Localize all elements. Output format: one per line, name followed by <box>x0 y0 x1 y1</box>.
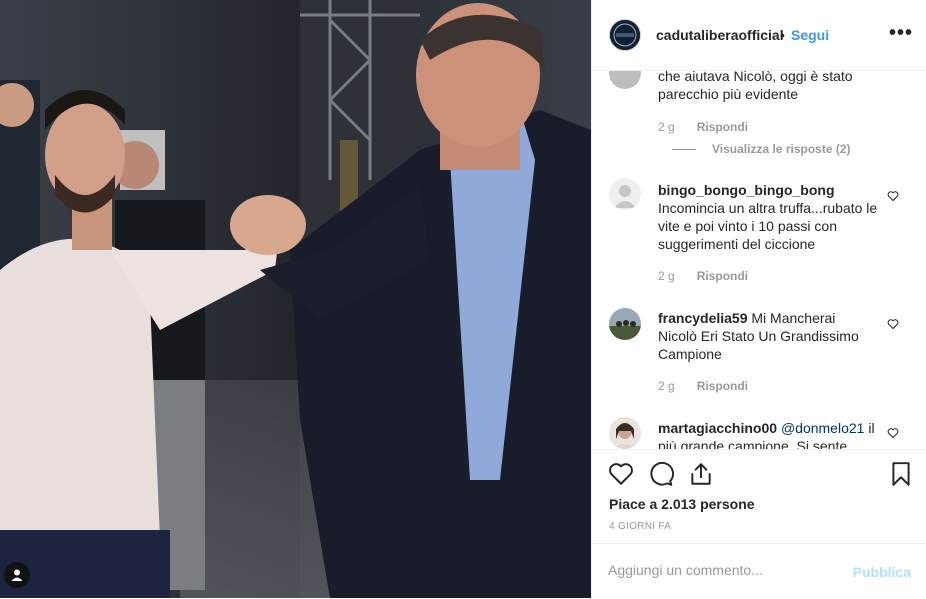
post-panel: cadutaliberaofficial • Segui ••• che aiu… <box>591 0 926 598</box>
comment-input[interactable] <box>608 562 838 578</box>
more-options-icon[interactable]: ••• <box>889 22 913 45</box>
separator-dot: • <box>780 27 785 43</box>
commenter-avatar[interactable] <box>609 71 641 89</box>
view-replies-button[interactable]: Visualizza le risposte (2) <box>658 142 851 156</box>
comment-time: 2 g <box>658 120 675 134</box>
commenter-avatar[interactable] <box>609 417 641 449</box>
comment-mention[interactable]: @donmelo21 <box>781 420 865 436</box>
comment-meta: 2 g Rispondi <box>658 120 748 134</box>
comment-body: francydelia59 Mi Mancherai Nicolò Eri St… <box>658 309 878 363</box>
publish-button[interactable]: Pubblica <box>853 564 911 580</box>
author-username[interactable]: cadutaliberaofficial <box>656 27 784 43</box>
comments-list[interactable]: che aiutava Nicolò, oggi è stato parecch… <box>592 71 926 449</box>
heart-icon[interactable] <box>608 461 634 487</box>
comment-like-icon[interactable] <box>887 190 899 202</box>
comment-meta: 2 g Rispondi <box>658 269 748 283</box>
replies-divider <box>672 149 696 151</box>
comment-meta: 2 g Rispondi <box>658 379 748 393</box>
commenter-avatar[interactable] <box>609 308 641 340</box>
comment-icon[interactable] <box>648 461 674 487</box>
bookmark-icon[interactable] <box>888 461 914 487</box>
follow-button[interactable]: Segui <box>791 27 829 43</box>
user-tag-icon[interactable] <box>4 562 30 588</box>
commenter-username[interactable]: bingo_bongo_bingo_bong <box>658 182 835 198</box>
comment-body: bingo_bongo_bingo_bong Incomincia un alt… <box>658 181 878 253</box>
reply-button[interactable]: Rispondi <box>697 120 748 134</box>
comment-time: 2 g <box>658 379 675 393</box>
reply-button[interactable]: Rispondi <box>697 379 748 393</box>
likes-count[interactable]: Piace a 2.013 persone <box>609 496 755 512</box>
commenter-avatar[interactable] <box>609 178 641 210</box>
post-timestamp[interactable]: 4 GIORNI FA <box>609 521 671 532</box>
reply-button[interactable]: Rispondi <box>697 269 748 283</box>
comment-like-icon[interactable] <box>887 427 899 439</box>
comment-like-icon[interactable] <box>887 318 899 330</box>
commenter-username[interactable]: francydelia59 <box>658 310 748 326</box>
view-replies-label: Visualizza le risposte (2) <box>712 142 851 156</box>
post-photo[interactable] <box>0 0 591 598</box>
share-icon[interactable] <box>688 461 714 487</box>
comment-body: martagiacchino00 @donmelo21 il più grand… <box>658 419 878 449</box>
comment-time: 2 g <box>658 269 675 283</box>
post-image <box>0 0 591 598</box>
add-comment-bar: Pubblica <box>592 543 926 599</box>
avatar[interactable] <box>609 19 641 51</box>
commenter-username[interactable]: martagiacchino00 <box>658 420 777 436</box>
comment-text: che aiutava Nicolò, oggi è stato parecch… <box>658 71 853 102</box>
comment-text: Incomincia un altra truffa...rubato le v… <box>658 200 878 252</box>
post-header: cadutaliberaofficial • Segui ••• <box>592 0 926 71</box>
post-actions: Piace a 2.013 persone 4 GIORNI FA <box>592 449 926 544</box>
